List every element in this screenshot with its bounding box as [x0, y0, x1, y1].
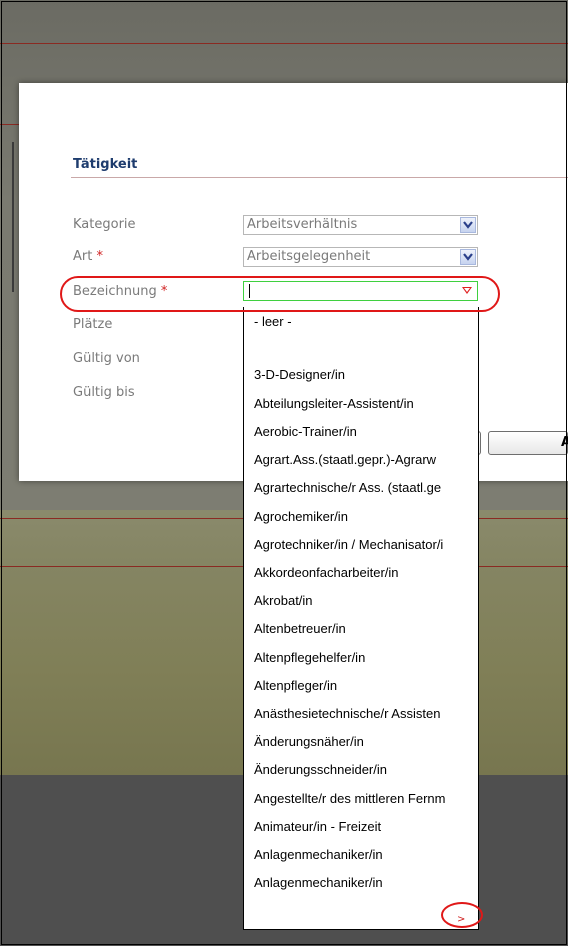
- required-marker: *: [160, 284, 168, 299]
- list-item[interactable]: Altenpfleger/in: [254, 678, 337, 693]
- list-item[interactable]: Aerobic-Trainer/in: [254, 424, 357, 439]
- list-item[interactable]: Akkordeonfacharbeiter/in: [254, 565, 399, 580]
- list-item[interactable]: Altenbetreuer/in: [254, 621, 346, 636]
- bezeichnung-dropdown-list[interactable]: - leer - 3-D-Designer/in Abteilungsleite…: [243, 307, 479, 930]
- list-item[interactable]: Anästhesietechnische/r Assisten: [254, 706, 440, 721]
- list-item[interactable]: - leer -: [254, 314, 292, 329]
- bezeichnung-label: Bezeichnung *: [73, 284, 168, 299]
- art-select[interactable]: Arbeitsgelegenheit: [243, 247, 478, 267]
- plaetze-label: Plätze: [73, 317, 113, 332]
- list-item[interactable]: Altenpflegehelfer/in: [254, 650, 365, 665]
- list-item[interactable]: Agrochemiker/in: [254, 509, 348, 524]
- list-item[interactable]: Angestellte/r des mittleren Fernm: [254, 791, 445, 806]
- list-item[interactable]: Anlagenmechaniker/in: [254, 875, 383, 890]
- gueltig-von-label: Gültig von: [73, 351, 140, 366]
- dialog-button-second[interactable]: A: [488, 431, 568, 455]
- chevron-down-icon[interactable]: [460, 249, 476, 265]
- text-cursor: [249, 284, 250, 298]
- list-item[interactable]: Änderungsnäher/in: [254, 734, 364, 749]
- list-item[interactable]: Agrartechnische/r Ass. (staatl.ge: [254, 480, 441, 495]
- kategorie-label: Kategorie: [73, 217, 136, 232]
- list-item[interactable]: Änderungsschneider/in: [254, 762, 387, 777]
- list-item[interactable]: Animateur/in - Freizeit: [254, 819, 381, 834]
- list-item[interactable]: Abteilungsleiter-Assistent/in: [254, 396, 414, 411]
- section-title: Tätigkeit: [73, 157, 138, 172]
- list-item[interactable]: Agrotechniker/in / Mechanisator/i: [254, 537, 443, 552]
- kategorie-select[interactable]: Arbeitsverhältnis: [243, 215, 478, 235]
- chevron-down-icon[interactable]: [460, 217, 476, 233]
- list-item[interactable]: Anlagenmechaniker/in: [254, 847, 383, 862]
- more-arrow-icon[interactable]: >: [457, 914, 465, 925]
- kategorie-value: Arbeitsverhältnis: [247, 217, 358, 232]
- required-marker: *: [96, 249, 103, 264]
- dropdown-triangle-icon[interactable]: [462, 287, 472, 294]
- list-item[interactable]: Akrobat/in: [254, 593, 313, 608]
- section-divider: [71, 177, 568, 178]
- art-label: Art *: [73, 249, 103, 264]
- dialog-button-second-label: A: [561, 435, 568, 450]
- art-value: Arbeitsgelegenheit: [247, 249, 371, 264]
- background-bar: [12, 142, 14, 292]
- list-item[interactable]: Agrart.Ass.(staatl.gepr.)-Agrarw: [254, 452, 436, 467]
- list-item[interactable]: 3-D-Designer/in: [254, 367, 345, 382]
- bezeichnung-combobox[interactable]: [243, 281, 478, 301]
- divider-line: [0, 43, 568, 44]
- gueltig-bis-label: Gültig bis: [73, 385, 135, 400]
